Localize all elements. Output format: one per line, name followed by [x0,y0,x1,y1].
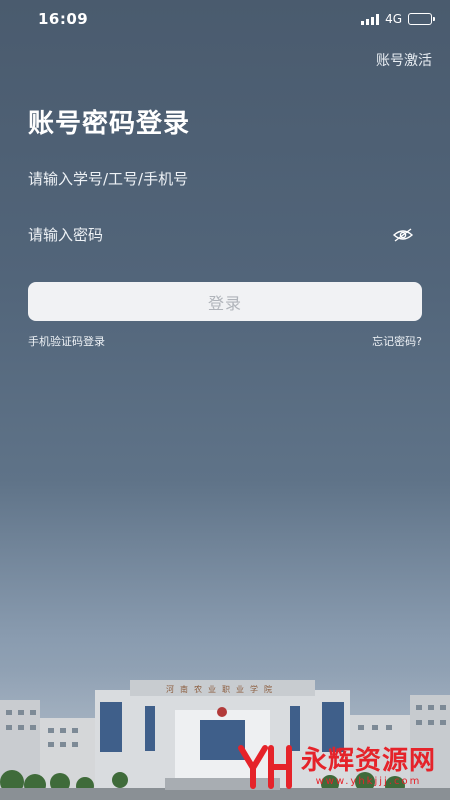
account-activate-link[interactable]: 账号激活 [376,50,432,70]
account-field [28,164,422,194]
sms-login-link[interactable]: 手机验证码登录 [28,333,105,349]
network-type: 4G [385,12,402,26]
account-input[interactable] [28,170,368,188]
signal-icon [361,13,380,25]
password-input[interactable] [28,226,368,244]
password-field [28,220,422,250]
watermark-title: 永辉资源网 [300,745,436,776]
hide-password-icon[interactable] [392,227,414,243]
watermark: 永辉资源网 www.yhkjjj.com [237,742,436,790]
watermark-url: www.yhkjjj.com [315,775,422,787]
status-bar: 16:09 4G [0,0,450,38]
page-title: 账号密码登录 [28,109,191,139]
login-button[interactable]: 登录 [28,282,422,321]
battery-icon [408,13,435,25]
status-icons: 4G [361,12,435,26]
forgot-password-link[interactable]: 忘记密码? [372,333,422,349]
status-time: 16:09 [38,10,89,28]
watermark-logo-icon [237,745,292,789]
campus-sign-text: 河南农业职业学院 [166,684,278,694]
